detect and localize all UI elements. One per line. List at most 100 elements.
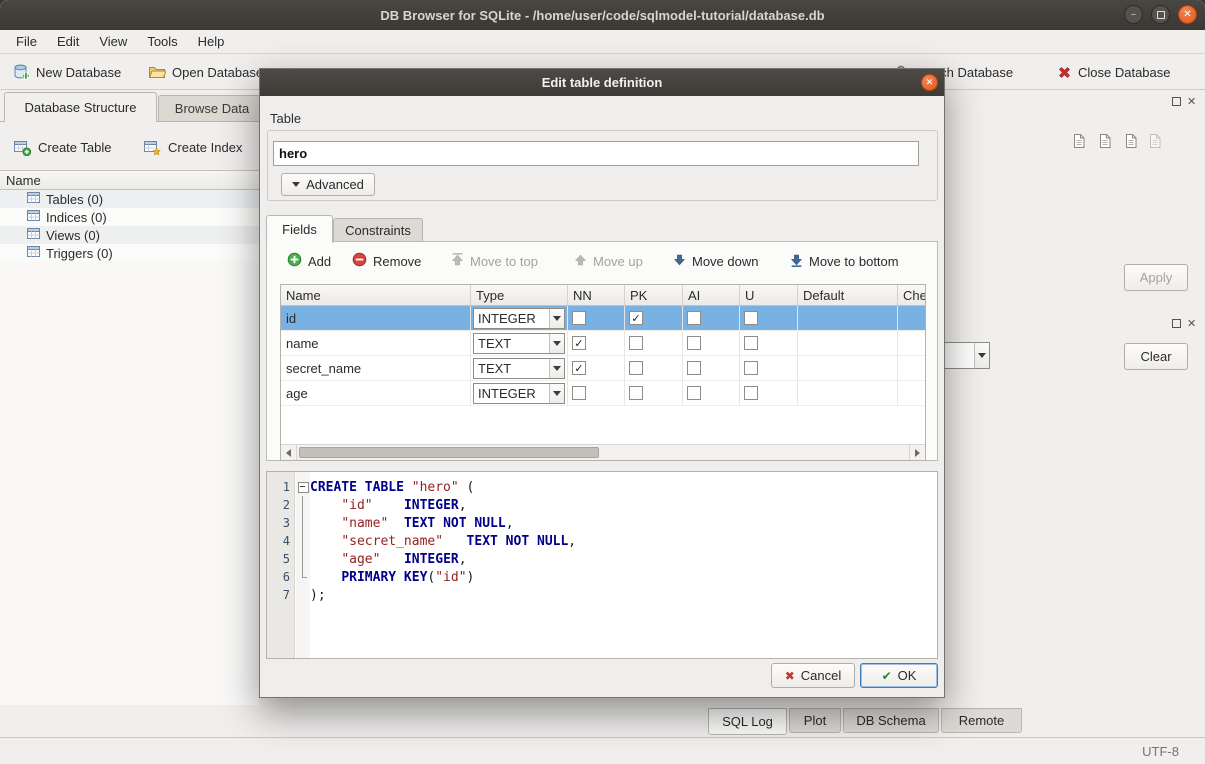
dock-close-icon[interactable]: ✕ xyxy=(1187,96,1196,107)
type-select[interactable]: INTEGER xyxy=(473,308,565,329)
tree-item-tables-0[interactable]: Tables (0) xyxy=(0,190,259,208)
field-check[interactable] xyxy=(898,381,926,405)
nn-checkbox[interactable]: ✓ xyxy=(572,361,586,375)
nn-checkbox[interactable] xyxy=(572,386,586,400)
pk-checkbox[interactable] xyxy=(629,336,643,350)
field-default[interactable] xyxy=(798,306,898,330)
bottom-tab-remote[interactable]: Remote xyxy=(941,708,1022,733)
field-default[interactable] xyxy=(798,381,898,405)
create-index-button[interactable]: Create Index xyxy=(144,133,242,161)
scrollbar-thumb[interactable] xyxy=(299,447,599,458)
clear-button[interactable]: Clear xyxy=(1124,343,1188,370)
fields-table-header: NameTypeNNPKAIUDefaultCheck xyxy=(281,285,925,306)
bottom-tab-plot[interactable]: Plot xyxy=(789,708,841,733)
u-checkbox[interactable] xyxy=(744,336,758,350)
cell-editor-import-icon[interactable] xyxy=(1098,133,1112,149)
close-database-button[interactable]: Close Database xyxy=(1051,58,1177,86)
u-checkbox[interactable] xyxy=(744,386,758,400)
table-name-input[interactable] xyxy=(273,141,919,166)
menu-file[interactable]: File xyxy=(6,31,47,52)
scroll-left-arrow[interactable] xyxy=(281,445,297,460)
field-check[interactable] xyxy=(898,356,926,380)
maximize-button[interactable] xyxy=(1151,5,1170,24)
bottom-tab-db-schema[interactable]: DB Schema xyxy=(843,708,939,733)
type-select[interactable]: TEXT xyxy=(473,358,565,379)
advanced-button[interactable]: Advanced xyxy=(281,173,375,196)
new-database-icon xyxy=(12,63,30,81)
open-database-button[interactable]: Open Database xyxy=(142,58,269,86)
column-header-default[interactable]: Default xyxy=(798,285,898,306)
field-name[interactable]: age xyxy=(281,381,471,405)
menu-edit[interactable]: Edit xyxy=(47,31,89,52)
dock-float-icon[interactable] xyxy=(1172,319,1181,328)
remove-button[interactable]: Remove xyxy=(352,250,421,272)
column-header-type[interactable]: Type xyxy=(471,285,568,306)
dialog-tab-constraints[interactable]: Constraints xyxy=(333,218,423,242)
field-row-name[interactable]: nameTEXT ✓ xyxy=(281,331,925,356)
bottom-tab-sql-log[interactable]: SQL Log xyxy=(708,708,787,735)
create-table-button[interactable]: Create Table xyxy=(14,133,111,161)
horizontal-scrollbar[interactable] xyxy=(281,444,925,460)
move-to-bottom-button[interactable]: Move to bottom xyxy=(790,250,899,272)
field-name[interactable]: name xyxy=(281,331,471,355)
column-header-nn[interactable]: NN xyxy=(568,285,625,306)
field-default[interactable] xyxy=(798,331,898,355)
tree-column-header[interactable]: Name xyxy=(0,170,259,190)
pk-checkbox[interactable] xyxy=(629,361,643,375)
cell-editor-export-icon[interactable] xyxy=(1124,133,1138,149)
minimize-button[interactable]: – xyxy=(1124,5,1143,24)
ai-checkbox[interactable] xyxy=(687,386,701,400)
close-window-button[interactable]: ✕ xyxy=(1178,5,1197,24)
tree-item-triggers-0[interactable]: Triggers (0) xyxy=(0,244,259,262)
field-check[interactable] xyxy=(898,306,926,330)
ok-button[interactable]: ✔OK xyxy=(860,663,938,688)
new-database-button[interactable]: New Database xyxy=(6,58,127,86)
nn-checkbox[interactable]: ✓ xyxy=(572,336,586,350)
sql-preview[interactable]: 1CREATE TABLE "hero" (2 "id" INTEGER,3 "… xyxy=(266,471,938,659)
column-header-pk[interactable]: PK xyxy=(625,285,683,306)
dock-close-icon[interactable]: ✕ xyxy=(1187,318,1196,329)
dialog-title: Edit table definition xyxy=(542,75,663,90)
menu-tools[interactable]: Tools xyxy=(137,31,187,52)
move-down-button[interactable]: Move down xyxy=(673,250,758,272)
type-select[interactable]: INTEGER xyxy=(473,383,565,404)
column-header-check[interactable]: Check xyxy=(898,285,926,306)
fields-panel: AddRemoveMove to topMove upMove downMove… xyxy=(266,241,938,461)
scroll-right-arrow[interactable] xyxy=(909,445,925,460)
field-name[interactable]: secret_name xyxy=(281,356,471,380)
dialog-close-button[interactable]: ✕ xyxy=(921,74,938,91)
field-row-age[interactable]: ageINTEGER xyxy=(281,381,925,406)
tree-item-views-0[interactable]: Views (0) xyxy=(0,226,259,244)
dock-float-icon[interactable] xyxy=(1172,97,1181,106)
nn-checkbox[interactable] xyxy=(572,311,586,325)
column-header-u[interactable]: U xyxy=(740,285,798,306)
dialog-titlebar[interactable]: Edit table definition ✕ xyxy=(260,69,944,96)
pk-checkbox[interactable] xyxy=(629,386,643,400)
dock-controls-bottom: ✕ xyxy=(1172,318,1196,329)
add-button[interactable]: Add xyxy=(287,250,331,272)
ai-checkbox[interactable] xyxy=(687,336,701,350)
menu-help[interactable]: Help xyxy=(188,31,235,52)
u-checkbox[interactable] xyxy=(744,311,758,325)
type-select[interactable]: TEXT xyxy=(473,333,565,354)
field-default[interactable] xyxy=(798,356,898,380)
column-header-name[interactable]: Name xyxy=(281,285,471,306)
cancel-button[interactable]: ✖Cancel xyxy=(771,663,855,688)
tree-item-indices-0[interactable]: Indices (0) xyxy=(0,208,259,226)
window-titlebar[interactable]: DB Browser for SQLite - /home/user/code/… xyxy=(0,0,1205,30)
menu-view[interactable]: View xyxy=(89,31,137,52)
tab-database-structure[interactable]: Database Structure xyxy=(4,92,157,122)
column-header-ai[interactable]: AI xyxy=(683,285,740,306)
window-controls: – ✕ xyxy=(1124,5,1197,24)
ai-checkbox[interactable] xyxy=(687,311,701,325)
field-row-secret-name[interactable]: secret_nameTEXT ✓ xyxy=(281,356,925,381)
cell-editor-text-icon[interactable] xyxy=(1072,133,1086,149)
tab-browse-data[interactable]: Browse Data xyxy=(158,95,266,121)
field-check[interactable] xyxy=(898,331,926,355)
dialog-tab-fields[interactable]: Fields xyxy=(266,215,333,243)
ai-checkbox[interactable] xyxy=(687,361,701,375)
field-row-id[interactable]: idINTEGER ✓ xyxy=(281,306,925,331)
field-name[interactable]: id xyxy=(281,306,471,330)
u-checkbox[interactable] xyxy=(744,361,758,375)
pk-checkbox[interactable]: ✓ xyxy=(629,311,643,325)
